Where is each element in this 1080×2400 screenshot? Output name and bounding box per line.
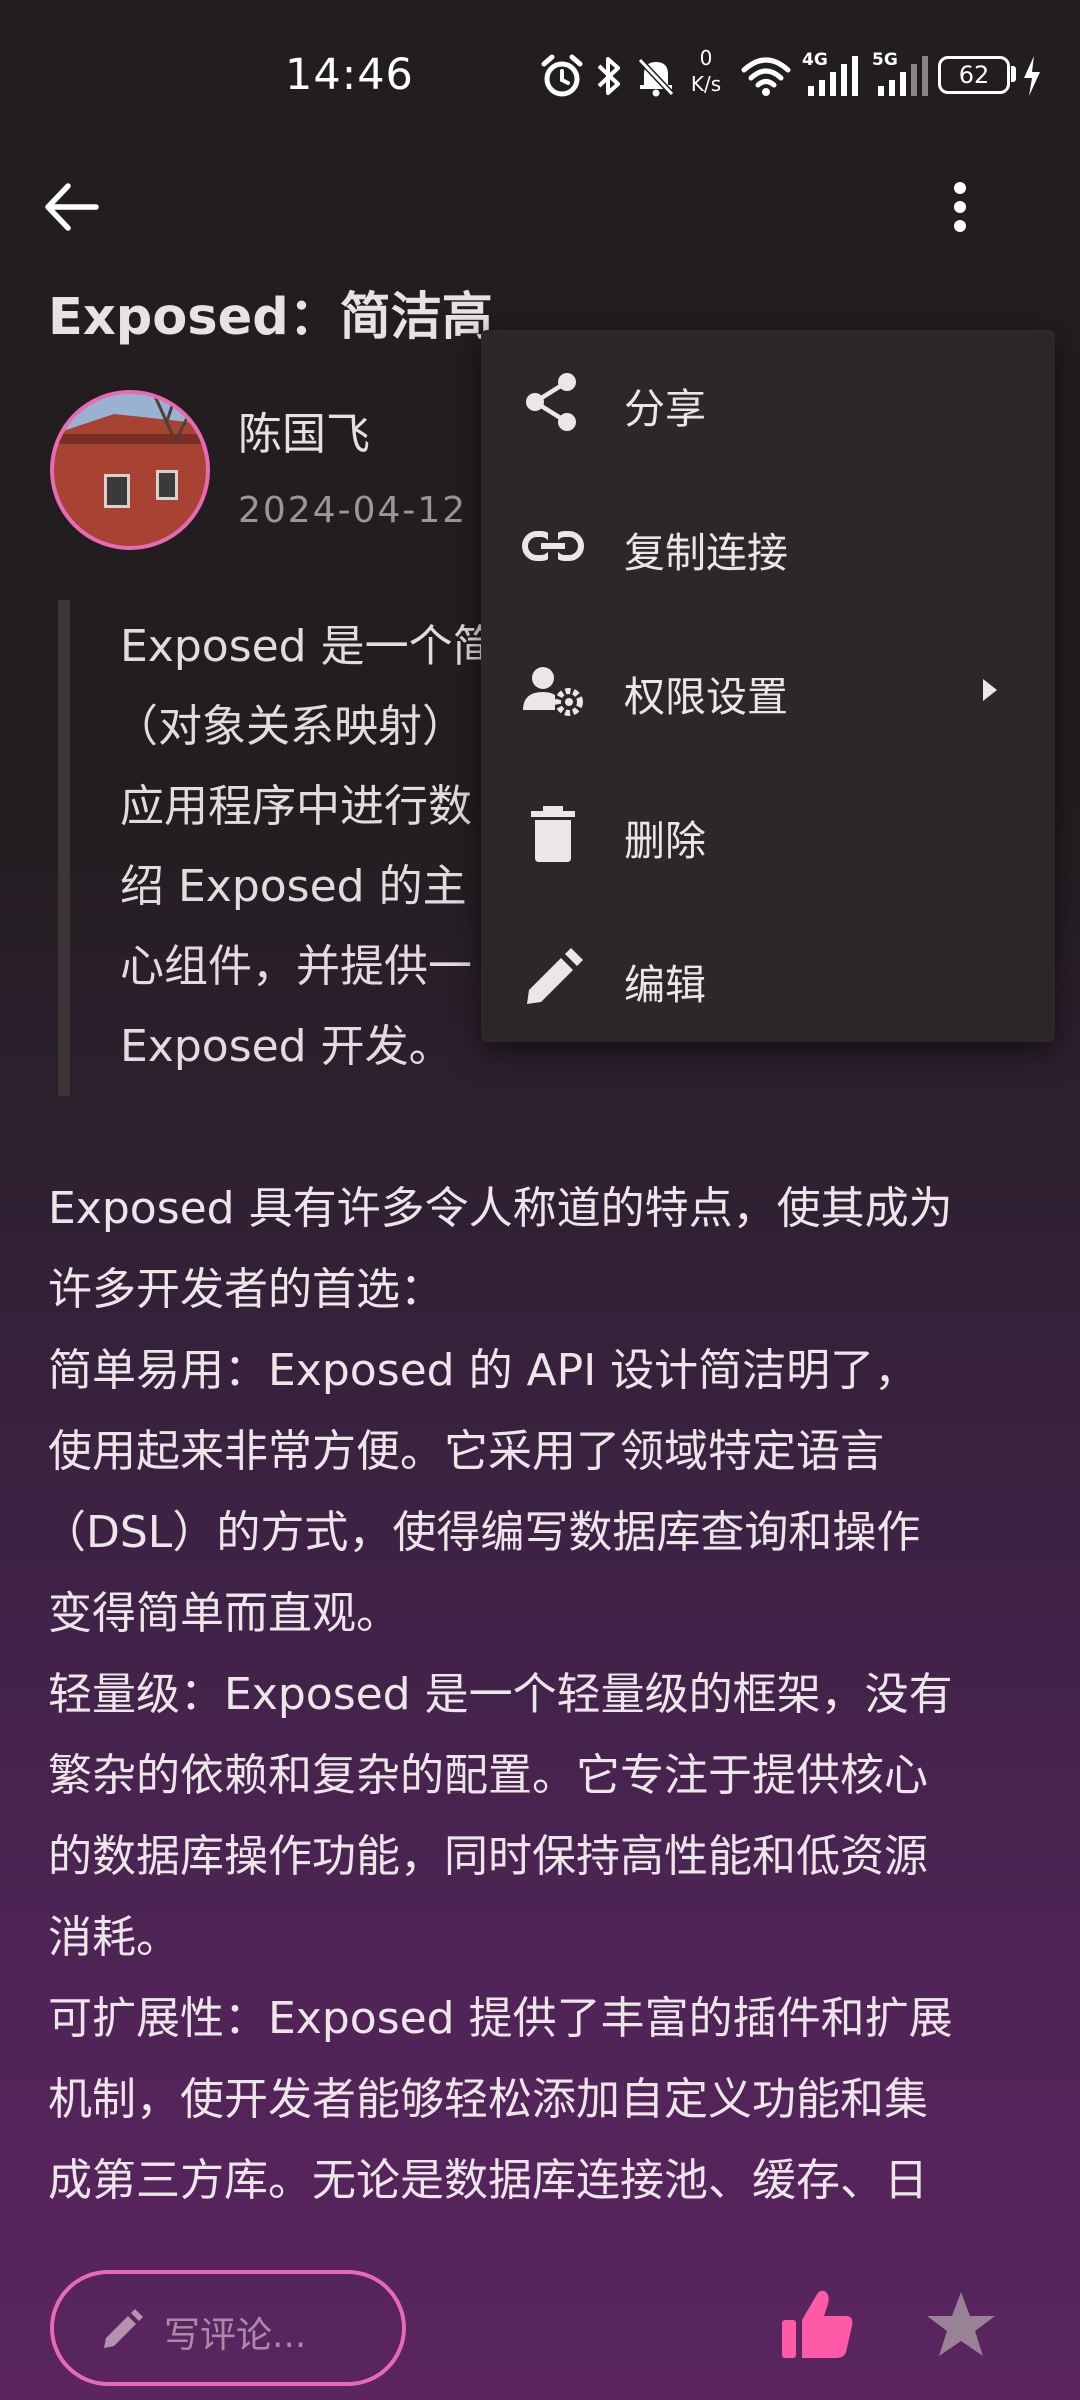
body-line: 繁杂的依赖和复杂的配置。它专注于提供核心 [48, 1750, 928, 1801]
body-line: 可扩展性：Exposed 提供了丰富的插件和扩展 [48, 1993, 953, 2044]
body-line: 许多开发者的首选： [48, 1264, 444, 1315]
body-line: Exposed 具有许多令人称道的特点，使其成为 [48, 1183, 953, 1234]
signal-4g-icon: 4G [802, 50, 862, 100]
comment-input[interactable]: 写评论... [50, 2270, 406, 2386]
favorite-button[interactable] [924, 2288, 998, 2362]
quote-bar [58, 600, 70, 1096]
pencil-icon [104, 2309, 143, 2348]
body-line: 的数据库操作功能，同时保持高性能和低资源 [48, 1831, 928, 1882]
body-line: 使用起来非常方便。它采用了领域特定语言 [48, 1426, 884, 1477]
body-line: 成第三方库。无论是数据库连接池、缓存、日 [48, 2155, 928, 2206]
bluetooth-icon [597, 57, 620, 95]
menu-item-copy-link[interactable]: 复制连接 [481, 474, 1055, 618]
author-avatar[interactable] [50, 390, 210, 550]
quote-line: 绍 Exposed 的主 [120, 861, 467, 912]
post-date: 2024-04-12 [238, 490, 468, 531]
star-icon [927, 2292, 995, 2356]
quote-line: Exposed 是一个简 [120, 621, 497, 672]
body-line: 变得简单而直观。 [48, 1588, 400, 1639]
body-line: 机制，使开发者能够轻松添加自定义功能和集 [48, 2074, 928, 2125]
signal-5g-icon: 5G [872, 50, 932, 100]
quote-line: Exposed 开发。 [120, 1021, 453, 1072]
mute-icon [637, 57, 675, 97]
quote-line: （对象关系映射） [114, 701, 466, 752]
menu-item-delete[interactable]: 删除 [481, 762, 1055, 906]
body-line: 轻量级：Exposed 是一个轻量级的框架，没有 [48, 1669, 953, 1720]
wifi-icon [741, 57, 791, 96]
more-options-button[interactable] [930, 172, 990, 242]
battery-level: 62 [958, 61, 990, 89]
thumbs-up-icon [782, 2290, 853, 2358]
battery-tip [1011, 66, 1016, 82]
user-settings-icon [523, 667, 583, 716]
status-bar: 14:46 0 K/s 4G 5G 62 [0, 0, 1080, 160]
status-icons: 0 K/s 4G 5G 62 [540, 48, 1040, 108]
quote-line: 心组件，并提供一 [120, 941, 472, 992]
avatar-image [54, 394, 206, 546]
quote-line: 应用程序中进行数 [120, 781, 472, 832]
menu-label: 权限设置 [624, 673, 788, 721]
menu-item-share[interactable]: 分享 [481, 330, 1055, 474]
charging-icon [1024, 56, 1040, 96]
comment-placeholder: 写评论... [164, 2315, 307, 2356]
battery-icon: 62 [938, 56, 1010, 94]
status-time: 14:46 [285, 50, 414, 100]
more-vertical-icon [954, 182, 966, 232]
submenu-arrow-icon [983, 679, 997, 701]
net-speed-unit: K/s [690, 72, 722, 96]
menu-item-edit[interactable]: 编辑 [481, 906, 1055, 1042]
menu-label: 删除 [624, 817, 706, 865]
trash-icon [531, 806, 575, 862]
arrow-back-icon [45, 183, 99, 231]
author-name[interactable]: 陈国飞 [238, 398, 370, 462]
menu-label: 编辑 [624, 961, 706, 1009]
link-icon [522, 531, 584, 561]
like-button[interactable] [778, 2286, 856, 2364]
article-title: Exposed：简洁高 [48, 288, 493, 347]
back-button[interactable] [38, 172, 108, 242]
article-summary-quote: Exposed 是一个简 （对象关系映射） 应用程序中进行数 绍 Exposed… [58, 600, 518, 1096]
body-line: 简单易用：Exposed 的 API 设计简洁明了， [48, 1345, 919, 1396]
menu-label: 分享 [624, 385, 706, 433]
net-speed-value: 0 [699, 46, 713, 70]
menu-item-permissions[interactable]: 权限设置 [481, 618, 1055, 762]
menu-label: 复制连接 [624, 529, 788, 577]
body-line: 消耗。 [48, 1912, 180, 1963]
share-icon [526, 373, 576, 431]
net-speed: 0 K/s [688, 48, 724, 94]
alarm-icon [541, 54, 583, 97]
overflow-menu: 分享 复制连接 权限设置 删除 编辑 [481, 330, 1055, 1042]
body-line: （DSL）的方式，使得编写数据库查询和操作 [42, 1507, 921, 1558]
pencil-icon [527, 948, 583, 1004]
